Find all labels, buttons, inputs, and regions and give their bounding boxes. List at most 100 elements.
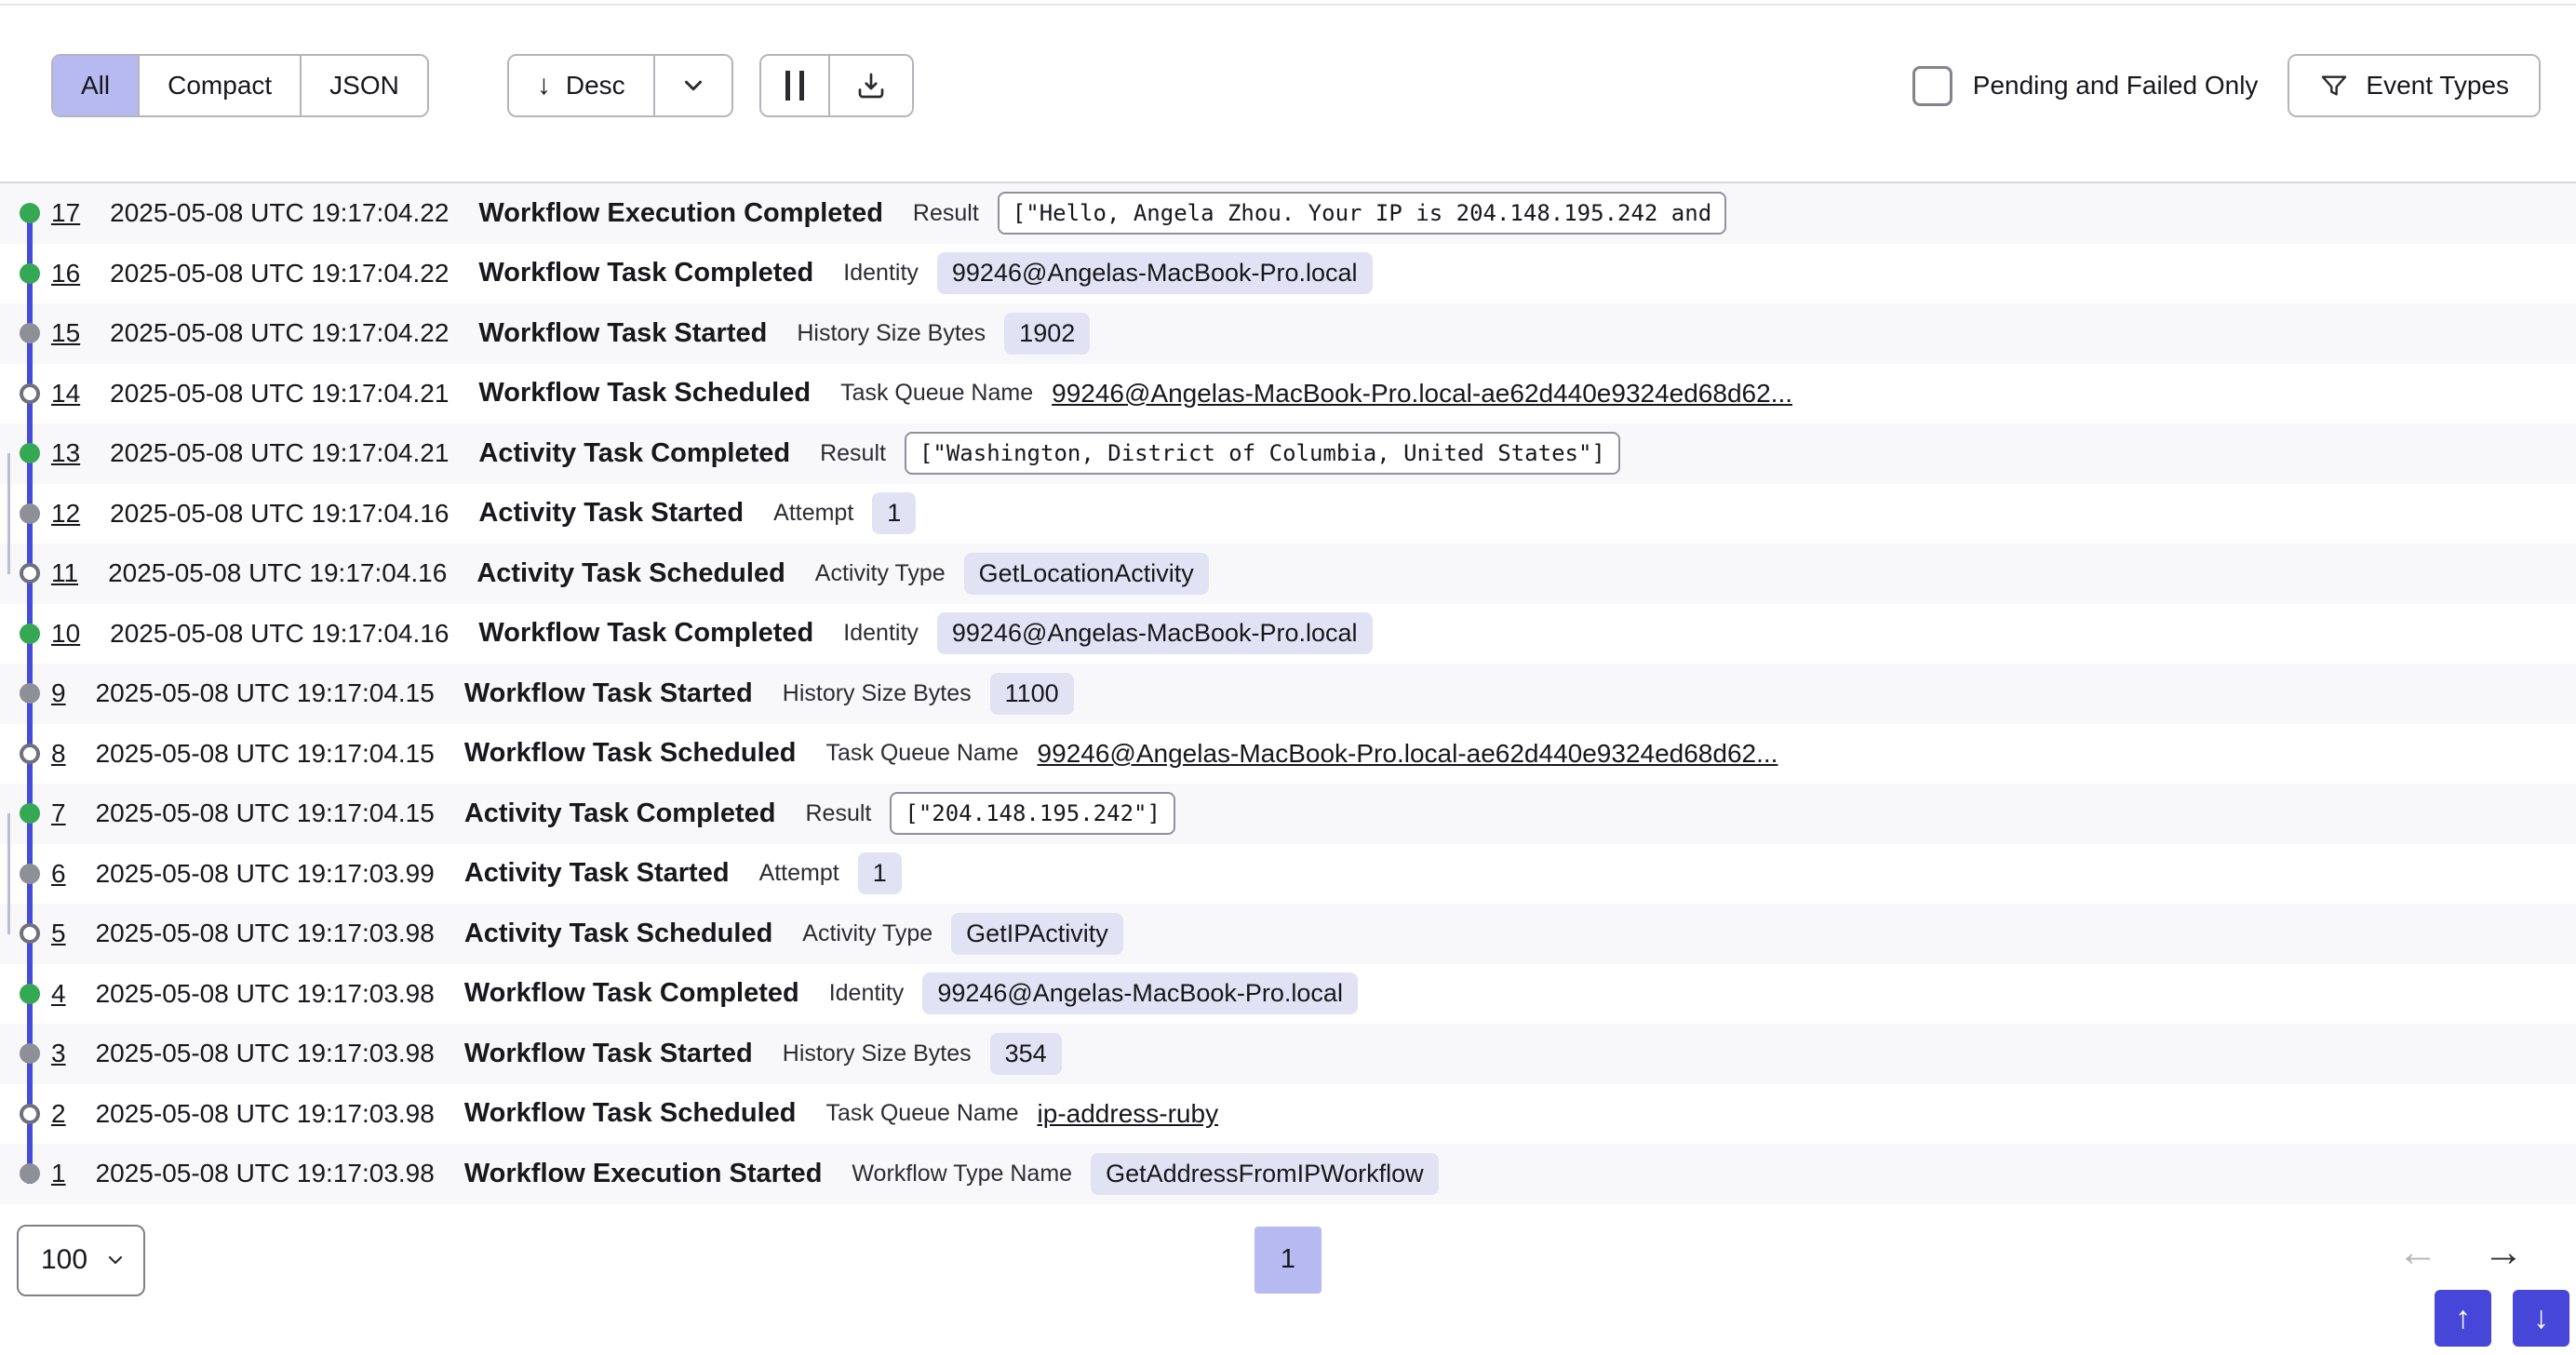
event-detail-value: 1 bbox=[858, 852, 902, 894]
event-detail-label: Task Queue Name bbox=[826, 1100, 1019, 1127]
event-detail-label: Identity bbox=[829, 980, 905, 1007]
event-detail-label: History Size Bytes bbox=[797, 320, 986, 347]
event-detail-value: 99246@Angelas-MacBook-Pro.local bbox=[937, 612, 1373, 654]
event-row[interactable]: 72025-05-08 UTC 19:17:04.15Activity Task… bbox=[0, 784, 2576, 844]
event-detail-label: Result bbox=[820, 440, 886, 467]
event-detail: Attempt1 bbox=[759, 852, 902, 894]
event-id-link[interactable]: 3 bbox=[51, 1039, 66, 1068]
event-timestamp: 2025-05-08 UTC 19:17:04.22 bbox=[110, 259, 449, 288]
event-timestamp: 2025-05-08 UTC 19:17:04.22 bbox=[110, 198, 449, 228]
event-status-dot bbox=[20, 1104, 40, 1124]
event-detail: Result["204.148.195.242"] bbox=[806, 792, 1175, 835]
event-id-link[interactable]: 9 bbox=[51, 678, 66, 708]
event-detail-value[interactable]: 99246@Angelas-MacBook-Pro.local-ae62d440… bbox=[1038, 739, 1778, 769]
event-status-dot bbox=[20, 443, 40, 463]
pause-autorefresh-button[interactable] bbox=[761, 56, 828, 115]
event-id-link[interactable]: 6 bbox=[51, 859, 66, 889]
event-row[interactable]: 32025-05-08 UTC 19:17:03.98Workflow Task… bbox=[0, 1024, 2576, 1084]
sort-desc-button[interactable]: ↓ Desc bbox=[509, 56, 653, 115]
event-id-link[interactable]: 4 bbox=[51, 979, 66, 1009]
panel-top-border bbox=[0, 4, 2576, 6]
event-id-link[interactable]: 11 bbox=[51, 558, 78, 588]
event-row[interactable]: 92025-05-08 UTC 19:17:04.15Workflow Task… bbox=[0, 664, 2576, 724]
scroll-to-top-button[interactable]: ↑ bbox=[2435, 1290, 2491, 1347]
event-row[interactable]: 12025-05-08 UTC 19:17:03.98Workflow Exec… bbox=[0, 1144, 2576, 1204]
previous-page-arrow[interactable]: ← bbox=[2397, 1232, 2438, 1273]
download-history-button[interactable] bbox=[828, 56, 912, 115]
event-detail: Attempt 1 bbox=[773, 492, 916, 534]
event-timestamp: 2025-05-08 UTC 19:17:04.16 bbox=[108, 558, 447, 588]
event-id-link[interactable]: 16 bbox=[51, 259, 80, 288]
event-detail-value[interactable]: ip-address-ruby bbox=[1038, 1099, 1219, 1129]
current-page-button[interactable]: 1 bbox=[1254, 1227, 1322, 1294]
sort-options-button[interactable] bbox=[653, 56, 731, 115]
event-id-link[interactable]: 8 bbox=[51, 739, 66, 769]
next-page-arrow[interactable]: → bbox=[2483, 1232, 2524, 1273]
tab-json[interactable]: JSON bbox=[300, 56, 427, 115]
event-detail-label: History Size Bytes bbox=[783, 1040, 972, 1067]
event-row[interactable]: 82025-05-08 UTC 19:17:04.15Workflow Task… bbox=[0, 724, 2576, 785]
event-detail-label: Attempt bbox=[773, 500, 853, 527]
event-name: Workflow Task Completed bbox=[478, 618, 813, 649]
event-row[interactable]: 162025-05-08 UTC 19:17:04.22Workflow Tas… bbox=[0, 244, 2576, 304]
arrow-up-icon: ↑ bbox=[2455, 1300, 2471, 1336]
event-id-link[interactable]: 2 bbox=[51, 1099, 66, 1129]
event-timestamp: 2025-05-08 UTC 19:17:03.98 bbox=[96, 1039, 435, 1068]
event-name: Activity Task Started bbox=[464, 858, 730, 889]
scroll-to-bottom-button[interactable]: ↓ bbox=[2513, 1290, 2569, 1347]
event-detail: Task Queue Name ip-address-ruby bbox=[826, 1099, 1219, 1129]
event-detail-value: 354 bbox=[990, 1033, 1062, 1075]
event-id-link[interactable]: 17 bbox=[51, 198, 80, 228]
event-id-link[interactable]: 5 bbox=[51, 919, 66, 948]
event-name: Workflow Execution Started bbox=[464, 1159, 823, 1189]
event-id-link[interactable]: 12 bbox=[51, 499, 80, 529]
event-id-link[interactable]: 7 bbox=[51, 798, 66, 828]
event-row[interactable]: 52025-05-08 UTC 19:17:03.98Activity Task… bbox=[0, 904, 2576, 964]
toolbar: All Compact JSON ↓ Desc Pend bbox=[0, 0, 2576, 117]
event-row[interactable]: 42025-05-08 UTC 19:17:03.98Workflow Task… bbox=[0, 964, 2576, 1025]
event-detail-value: 1 bbox=[872, 492, 916, 534]
chevron-down-icon bbox=[679, 72, 707, 100]
event-timestamp: 2025-05-08 UTC 19:17:04.16 bbox=[110, 499, 449, 529]
event-id-link[interactable]: 13 bbox=[51, 438, 80, 468]
event-row[interactable]: 142025-05-08 UTC 19:17:04.21Workflow Tas… bbox=[0, 364, 2576, 424]
event-detail: Identity99246@Angelas-MacBook-Pro.local bbox=[843, 252, 1372, 294]
activity-group-connector bbox=[7, 453, 10, 574]
activity-group-connector bbox=[7, 813, 10, 934]
event-types-label: Event Types bbox=[2366, 71, 2509, 101]
event-timestamp: 2025-05-08 UTC 19:17:03.99 bbox=[96, 859, 435, 889]
event-row[interactable]: 15 2025-05-08 UTC 19:17:04.22 Workflow Tas… bbox=[0, 303, 2576, 364]
event-row[interactable]: 22025-05-08 UTC 19:17:03.98Workflow Task… bbox=[0, 1084, 2576, 1145]
event-row[interactable]: 132025-05-08 UTC 19:17:04.21Activity Tas… bbox=[0, 423, 2576, 484]
event-detail-label: Identity bbox=[843, 620, 919, 647]
event-id-link[interactable]: 1 bbox=[51, 1159, 66, 1188]
event-name: Workflow Task Started bbox=[478, 318, 767, 349]
pending-failed-checkbox[interactable] bbox=[1912, 66, 1952, 106]
tab-all[interactable]: All bbox=[53, 56, 138, 115]
event-row[interactable]: 172025-05-08 UTC 19:17:04.22Workflow Exe… bbox=[0, 183, 2576, 244]
event-timestamp: 2025-05-08 UTC 19:17:04.22 bbox=[110, 318, 449, 348]
event-id-link[interactable]: 10 bbox=[51, 619, 80, 649]
event-detail-value[interactable]: 99246@Angelas-MacBook-Pro.local-ae62d440… bbox=[1052, 379, 1792, 409]
event-detail-value: GetLocationActivity bbox=[964, 553, 1209, 595]
event-status-dot bbox=[20, 1163, 40, 1184]
event-row[interactable]: 122025-05-08 UTC 19:17:04.16Activity Tas… bbox=[0, 484, 2576, 544]
event-id-link[interactable]: 14 bbox=[51, 379, 80, 409]
event-id-link[interactable]: 15 bbox=[51, 318, 80, 348]
event-row[interactable]: 6 2025-05-08 UTC 19:17:03.99 Activity Task… bbox=[0, 844, 2576, 905]
history-actions bbox=[759, 54, 914, 117]
event-row[interactable]: 112025-05-08 UTC 19:17:04.16Activity Tas… bbox=[0, 543, 2576, 604]
tab-compact[interactable]: Compact bbox=[138, 56, 300, 115]
event-timestamp: 2025-05-08 UTC 19:17:04.16 bbox=[110, 619, 449, 649]
event-status-dot bbox=[20, 984, 40, 1004]
toolbar-right: Pending and Failed Only Event Types bbox=[1912, 54, 2541, 117]
event-detail: Identity99246@Angelas-MacBook-Pro.local bbox=[829, 973, 1358, 1014]
event-name: Activity Task Completed bbox=[464, 798, 776, 829]
pending-failed-filter[interactable]: Pending and Failed Only bbox=[1912, 66, 2259, 106]
event-types-button[interactable]: Event Types bbox=[2289, 56, 2539, 115]
page-size-select[interactable]: 100 bbox=[17, 1225, 145, 1296]
event-name: Workflow Task Scheduled bbox=[464, 738, 797, 769]
event-row[interactable]: 10 2025-05-08 UTC 19:17:04.16 Workflow Tas… bbox=[0, 604, 2576, 664]
scroll-buttons: ↑ ↓ bbox=[2435, 1290, 2569, 1347]
event-status-dot bbox=[20, 503, 40, 524]
